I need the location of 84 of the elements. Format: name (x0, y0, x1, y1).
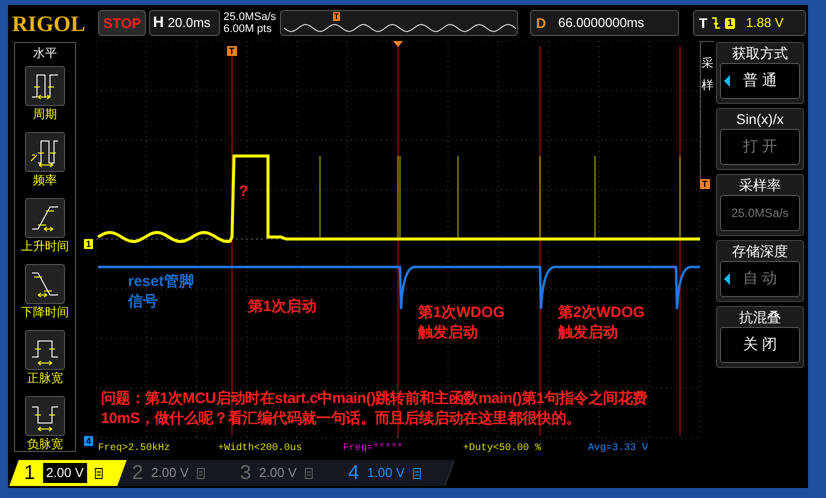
annotation-text: 触发启动 (558, 323, 618, 343)
trigger-field[interactable]: T 1 1.88 V (692, 10, 806, 36)
menu-title: 水平 (33, 45, 57, 62)
option-value: 自 动 (742, 268, 778, 289)
memory-depth: 6.00M pts (223, 23, 273, 35)
tab-label: 样 (702, 78, 714, 92)
bandwidth-icon (304, 467, 313, 478)
tab-label: 采 (702, 56, 714, 70)
bandwidth-icon (196, 467, 205, 478)
falling-edge-icon (712, 17, 720, 29)
trigger-marker: T (332, 12, 340, 21)
timebase-label: H (152, 12, 164, 33)
menu-option[interactable]: 存储深度 自 动 (716, 240, 804, 302)
option-value: 关 闭 (742, 334, 778, 355)
measure-button[interactable] (25, 132, 65, 172)
logo: RIGOL (11, 10, 86, 38)
channel-marker: 1 (84, 239, 94, 249)
channel-scale: 2.00 V (151, 464, 189, 482)
annotation-text: 第1次WDOG (418, 303, 505, 323)
measurement-readout: Avg=3.33 V (588, 443, 648, 455)
channel-marker: 4 (84, 436, 94, 446)
annotation-text: 触发启动 (418, 323, 478, 343)
trigger-marker: T (700, 179, 710, 189)
channel-number: 1 (24, 460, 36, 484)
menu-option[interactable]: 采样率 25.0MSa/s (716, 174, 804, 236)
annotation-text: ? (239, 182, 248, 202)
trigger-label: T (698, 14, 708, 32)
option-value-field[interactable]: 普 通 (720, 63, 800, 99)
measure-button[interactable] (25, 198, 65, 238)
annotation-text: 问题：第1次MCU启动时在start.c中main()跳转前和主函数main()第1句指令之间花费10mS，做什么呢？看汇编代码就一句话。而且后续启动在这里都很快的。 (101, 389, 648, 429)
channel-number: 3 (240, 460, 252, 484)
timebase-field[interactable]: H 20.0ms (148, 10, 220, 36)
option-title: 采样率 (739, 176, 781, 195)
measure-button[interactable] (25, 396, 65, 436)
annotation-text: 第1次启动 (248, 297, 316, 317)
channel-number: 4 (348, 460, 360, 484)
measure-label: 频率 (33, 173, 57, 187)
option-title: 抗混叠 (739, 308, 781, 327)
option-value-field[interactable]: 25.0MSa/s (720, 195, 800, 231)
channel-number: 2 (132, 460, 144, 484)
measurement-readout: Freq=***** (343, 443, 404, 455)
option-title: Sin(x)/x (736, 110, 784, 129)
channel-scale: 2.00 V (43, 462, 87, 482)
measurement-readout: +Width<200.0us (218, 443, 302, 455)
bandwidth-icon (412, 467, 421, 478)
menu-option[interactable]: 抗混叠 关 闭 (716, 306, 804, 368)
option-title: 获取方式 (732, 44, 788, 63)
measure-label: 周期 (33, 107, 57, 121)
menu-option[interactable]: Sin(x)/x 打 开 (716, 108, 804, 170)
annotation-text: 信号 (128, 292, 158, 312)
measurement-readout: +Duty<50.00 % (463, 443, 542, 455)
option-value-field[interactable]: 关 闭 (720, 327, 800, 363)
menu-option[interactable]: 获取方式 普 通 (716, 42, 804, 104)
delay-label: D (536, 14, 546, 32)
channel-scale: 1.00 V (367, 464, 405, 482)
option-value-field[interactable]: 自 动 (720, 261, 800, 297)
option-value: 普 通 (742, 70, 778, 91)
measure-label: 上升时间 (21, 239, 69, 253)
channel-scale: 2.00 V (259, 464, 297, 482)
measure-button[interactable] (25, 330, 65, 370)
measurement-readout: Freq>2.50kHz (98, 443, 170, 455)
measure-button[interactable] (25, 264, 65, 304)
measure-button[interactable] (25, 66, 65, 106)
measure-label: 负脉宽 (27, 437, 63, 451)
trigger-source: 1 (725, 18, 735, 28)
delay-field[interactable]: D 66.0000000ms (530, 10, 679, 36)
arrow-icon (724, 75, 730, 87)
run-state-button[interactable]: STOP (98, 10, 146, 36)
timebase-value: 20.0ms (168, 14, 210, 32)
trigger-marker: T (227, 46, 236, 56)
arrow-icon (724, 273, 730, 285)
trigger-level: 1.88 V (746, 14, 784, 32)
annotation-text: 第2次WDOG (558, 303, 645, 323)
option-title: 存储深度 (732, 242, 788, 261)
sample-rate: 25.0MSa/s (223, 11, 277, 23)
option-value: 打 开 (742, 136, 778, 157)
annotation-text: reset管脚 (128, 272, 194, 292)
option-value-field[interactable]: 打 开 (720, 129, 800, 165)
bandwidth-icon (94, 467, 103, 478)
trigger-position-icon (393, 41, 403, 47)
measure-label: 正脉宽 (27, 371, 63, 385)
delay-value: 66.0000000ms (558, 14, 644, 32)
option-value: 25.0MSa/s (731, 205, 789, 222)
measure-label: 下降时间 (21, 305, 69, 319)
